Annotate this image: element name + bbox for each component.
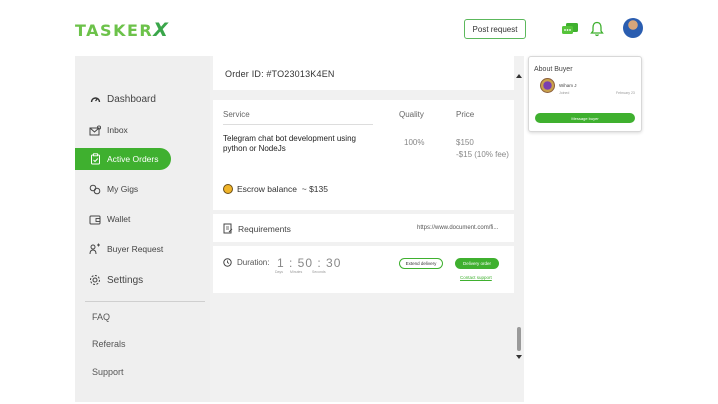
delivery-order-button[interactable]: Delivery order: [455, 258, 499, 269]
clock-icon: [223, 258, 232, 267]
avatar[interactable]: [623, 18, 643, 38]
extend-delivery-button[interactable]: Extend delivery: [399, 258, 443, 269]
service-header: Service: [223, 110, 250, 119]
sidebar-item-buyer-request[interactable]: Buyer Request: [75, 238, 210, 260]
sidebar-item-label: Active Orders: [107, 154, 159, 164]
sidebar: Dashboard Inbox Active Orders My Gigs Wa…: [75, 56, 210, 402]
duration-label: Duration:: [223, 258, 269, 267]
gear-icon: [89, 274, 101, 286]
sidebar-item-settings[interactable]: Settings: [75, 269, 210, 291]
scroll-up-arrow[interactable]: [516, 74, 522, 78]
bell-icon[interactable]: [590, 21, 604, 37]
sidebar-item-label: Dashboard: [107, 93, 156, 105]
buyer-joined-label: Joined: [559, 91, 570, 95]
about-buyer-title: About Buyer: [534, 66, 573, 73]
sidebar-item-my-gigs[interactable]: My Gigs: [75, 178, 210, 200]
fee-value: -$15 (10% fee): [456, 150, 509, 159]
duration-timer: 1 : 50 : 30: [277, 256, 342, 270]
scroll-down-arrow[interactable]: [516, 355, 522, 359]
sidebar-divider: [85, 301, 205, 302]
about-buyer-card: About Buyer Wiham J Joined February 23 M…: [528, 56, 642, 132]
divider: [223, 124, 373, 125]
sidebar-item-label: My Gigs: [107, 184, 139, 194]
sidebar-item-label: Buyer Request: [107, 244, 164, 254]
escrow-label: Escrow balance: [237, 184, 298, 194]
buyer-request-icon: [89, 243, 101, 255]
sidebar-item-active-orders[interactable]: Active Orders: [75, 148, 171, 170]
price-value: $150: [456, 138, 474, 147]
message-buyer-button[interactable]: Message buyer: [535, 113, 635, 123]
sidebar-item-label: Wallet: [107, 214, 131, 224]
price-header: Price: [456, 110, 475, 119]
service-card: Service Quality Price Telegram chat bot …: [213, 100, 514, 210]
clipboard-icon: [89, 153, 101, 165]
sidebar-item-label: Settings: [107, 274, 144, 286]
quality-value: 100%: [404, 138, 425, 147]
scrollbar-thumb[interactable]: [517, 327, 521, 351]
sidebar-item-faq[interactable]: FAQ: [92, 312, 110, 322]
minutes-label: Minutes: [290, 270, 303, 274]
buyer-name: Wiham J: [559, 83, 577, 88]
sidebar-item-label: Inbox: [107, 125, 128, 135]
sidebar-item-dashboard[interactable]: Dashboard: [75, 88, 210, 110]
gauge-icon: [89, 93, 101, 105]
contact-support-link[interactable]: Contact support: [460, 275, 492, 280]
requirements-label: Requirements: [223, 223, 291, 234]
requirements-card[interactable]: Requirements https://www.document.com/fi…: [213, 214, 514, 242]
quality-header: Quality: [399, 110, 424, 119]
sidebar-item-inbox[interactable]: Inbox: [75, 119, 210, 141]
buyer-avatar[interactable]: [540, 78, 555, 93]
sidebar-item-support[interactable]: Support: [92, 367, 124, 377]
escrow-value: ~ $135: [301, 184, 328, 194]
sidebar-item-wallet[interactable]: Wallet: [75, 208, 210, 230]
service-name: Telegram chat bot development using pyth…: [223, 134, 356, 153]
coin-icon: [223, 184, 233, 194]
chat-icon[interactable]: [562, 23, 578, 35]
seconds-label: Seconds: [312, 270, 326, 274]
requirements-link[interactable]: https://www.document.com/fi...: [417, 225, 498, 231]
inbox-icon: [89, 124, 101, 136]
wallet-icon: [89, 213, 101, 225]
order-id-card: Order ID: #TO23013K4EN: [213, 56, 514, 90]
gigs-icon: [89, 183, 101, 195]
post-request-button[interactable]: Post request: [464, 19, 526, 39]
logo[interactable]: TASKERX: [75, 19, 169, 41]
sidebar-item-referals[interactable]: Referals: [92, 339, 126, 349]
order-id-value: #TO23013K4EN: [266, 69, 335, 79]
duration-card: Duration: 1 : 50 : 30 Days Minutes Secon…: [213, 246, 514, 293]
document-icon: [223, 223, 233, 234]
order-id: Order ID: #TO23013K4EN: [225, 69, 335, 79]
order-details-panel: Order ID: #TO23013K4EN Service Quality P…: [210, 56, 524, 402]
escrow-balance: Escrow balance ~ $135: [223, 184, 328, 194]
days-label: Days: [275, 270, 283, 274]
buyer-joined-date: February 23: [616, 91, 635, 95]
